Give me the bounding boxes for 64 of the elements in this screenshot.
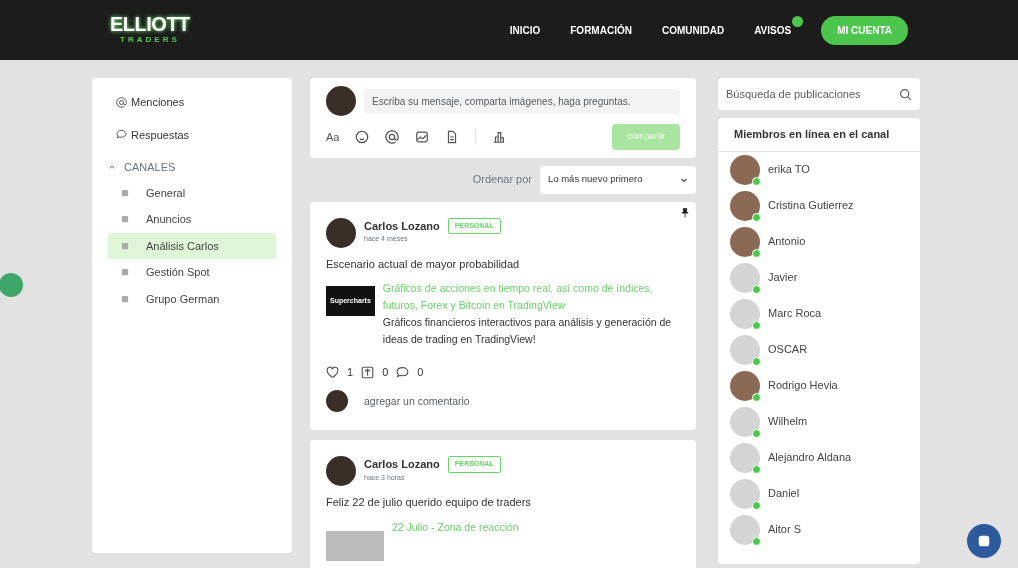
member-name[interactable]: Antonio — [768, 233, 806, 250]
avatar — [326, 456, 356, 487]
channel-icon — [120, 240, 130, 251]
member-name[interactable]: Rodrigo Hevia — [768, 377, 838, 394]
share-count: 0 — [382, 365, 389, 380]
image-icon[interactable] — [415, 129, 430, 144]
member-name[interactable]: Alejandro Aldana — [768, 449, 852, 466]
member-name[interactable]: OSCAR — [768, 341, 808, 358]
sidebar-item[interactable]: Respuestas — [131, 126, 190, 143]
channel-item[interactable]: General — [108, 179, 276, 206]
sidebar-item[interactable]: Menciones — [131, 94, 185, 111]
member-name[interactable]: Daniel — [768, 485, 800, 502]
channel-item[interactable]: Grupo German — [108, 285, 276, 312]
member-name[interactable]: Marc Roca — [768, 305, 822, 322]
sort-dropdown[interactable]: Lo más nuevo primero — [540, 165, 696, 194]
channel-name: General — [146, 185, 186, 201]
author-name[interactable]: Carlos Lozano — [364, 217, 440, 234]
member-name[interactable]: Cristina Gutierrez — [768, 197, 854, 214]
upload-icon[interactable] — [361, 365, 375, 379]
member-name[interactable]: Javier — [768, 269, 798, 286]
speech-bubble-icon — [116, 129, 127, 141]
section-heading: CANALES — [124, 160, 176, 175]
avatar — [326, 86, 356, 116]
bar-chart-icon[interactable] — [492, 129, 507, 144]
comment-count: 0 — [417, 365, 424, 380]
link-thumbnail — [326, 530, 384, 561]
nav-link[interactable]: AVISOS — [754, 24, 792, 36]
chat-button[interactable] — [967, 524, 1001, 558]
smiley-icon[interactable] — [355, 129, 370, 144]
post-text: Feliz 22 de julio querido equipo de traders — [326, 495, 532, 511]
channel-name: Gestión Spot — [146, 265, 210, 280]
channel-item[interactable]: Gestión Spot — [108, 259, 276, 286]
sort-label: Ordenar por — [472, 172, 532, 188]
channel-name: Grupo German — [146, 291, 220, 307]
channel-icon — [120, 293, 130, 304]
logo-subtext: TRADERS — [119, 34, 181, 46]
channel-item[interactable]: Anuncios — [108, 206, 276, 233]
channel-icon — [120, 187, 130, 198]
author-name[interactable]: Carlos Lozano — [364, 456, 440, 473]
heart-icon[interactable] — [326, 365, 339, 379]
member-name[interactable]: Wilhelm — [768, 413, 808, 430]
channel-name: Anuncios — [146, 212, 192, 227]
nav-link[interactable]: INICIO — [509, 24, 541, 36]
avatar — [326, 390, 348, 413]
channel-icon — [120, 267, 130, 278]
post-text: Escenario actual de mayor probabilidad — [326, 256, 521, 272]
comment-icon[interactable] — [396, 365, 410, 379]
avatar — [326, 217, 356, 248]
link-description: Gráficos financieros interactivos para análisis y generación de ideas de trading en TradingView! — [382, 315, 673, 347]
panel-title: Miembros en línea en el canal — [718, 118, 920, 152]
at-icon — [116, 96, 127, 108]
member-name[interactable]: erika TO — [768, 161, 810, 178]
channel-name: Análisis Carlos — [146, 238, 219, 254]
search-icon — [899, 87, 912, 101]
channel-item[interactable]: Análisis Carlos — [108, 232, 276, 259]
logo-text[interactable]: ELLIOTT — [110, 14, 190, 34]
like-count: 1 — [347, 365, 354, 380]
channel-icon — [120, 214, 130, 225]
nav-link[interactable]: FORMACIÓN — [570, 24, 632, 36]
nav-link[interactable]: COMUNIDAD — [661, 24, 725, 36]
at-icon[interactable] — [385, 129, 400, 144]
member-name[interactable]: Aitor S — [768, 521, 801, 538]
search-box[interactable]: Búsqueda de publicaciones — [718, 78, 920, 110]
notification-badge — [792, 15, 804, 27]
